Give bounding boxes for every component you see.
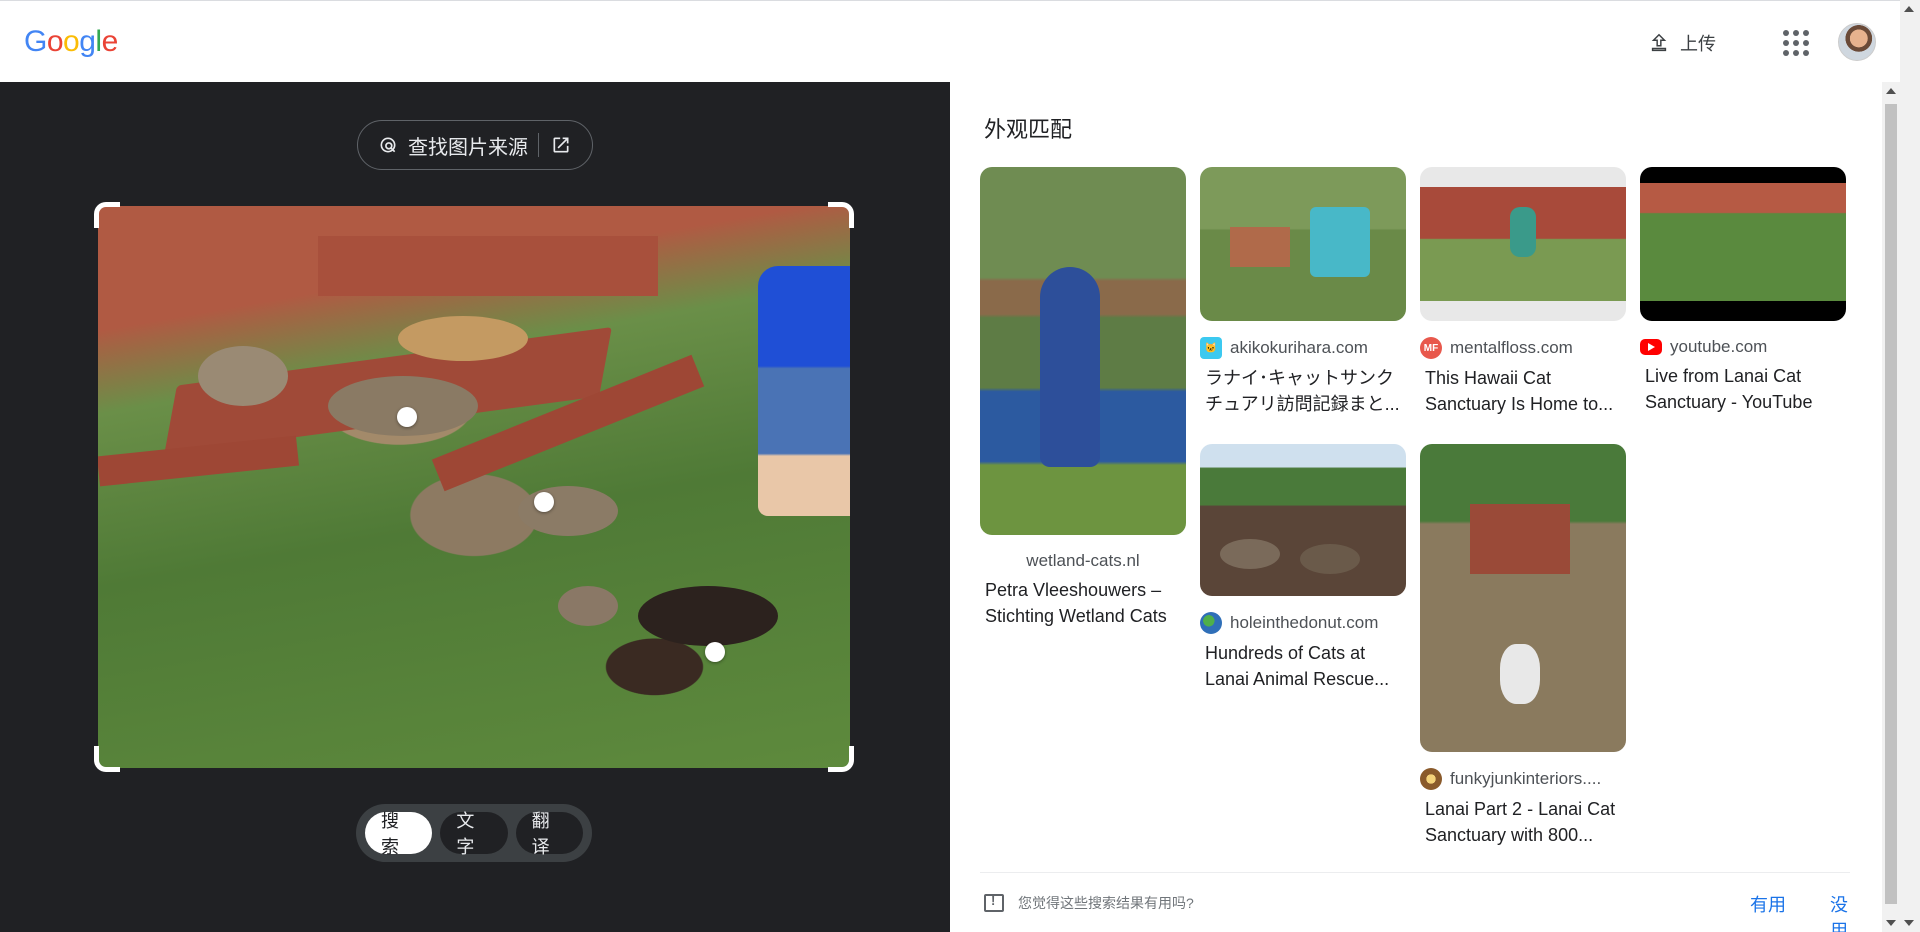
result-title: Lanai Part 2 - Lanai Cat Sanctuary with … [1425,799,1616,845]
result-thumbnail [1640,167,1846,321]
thumb-structure [1470,504,1570,574]
image-cat [398,316,528,361]
result-title: ラナイ･キャットサンクチュアリ訪問記録まと... [1205,368,1400,414]
sunburst-icon [1420,768,1442,790]
query-image [98,206,850,768]
crop-handle-top-left[interactable] [94,202,120,228]
scroll-down-icon[interactable] [1904,920,1914,926]
object-selection-dot[interactable] [397,407,417,427]
result-card[interactable]: 🐱 akikokurihara.com ラナイ･キャットサンクチュアリ訪問記録ま… [1200,167,1406,417]
image-cat [328,376,478,436]
result-card[interactable]: youtube.com Live from Lanai Cat Sanctuar… [1640,167,1846,415]
results-scrollbar[interactable] [1882,82,1900,932]
scroll-up-icon[interactable] [1904,6,1914,12]
google-lens-page: Google 上传 查找图片来源 搜索 文字 翻译 外观匹配 wetland-c… [0,0,1920,932]
scroll-down-icon[interactable] [1886,920,1896,926]
object-selection-dot[interactable] [705,642,725,662]
section-title: 外观匹配 [984,117,1073,142]
mode-tabs: 搜索 文字 翻译 [356,804,592,862]
logo-letter: G [24,25,47,58]
results-pane: 外观匹配 wetland-cats.nl Petra Vleeshouwers … [950,82,1882,932]
tab-translate[interactable]: 翻译 [515,811,583,857]
result-thumbnail [1200,167,1406,321]
play-icon [1648,343,1655,351]
thumb-chair [1310,207,1370,277]
image-cat [638,586,778,646]
result-source: wetland-cats.nl [980,551,1186,571]
result-source-text: wetland-cats.nl [1026,551,1140,570]
crop-handle-bottom-left[interactable] [94,746,120,772]
lens-search-icon [380,137,396,153]
result-card[interactable]: MF mentalfloss.com This Hawaii Cat Sanct… [1420,167,1626,417]
upload-button[interactable]: 上传 [1640,25,1724,61]
result-title: Hundreds of Cats at Lanai Animal Rescue.… [1205,643,1390,689]
result-title: Live from Lanai Cat Sanctuary - YouTube [1645,366,1813,412]
result-card[interactable]: funkyjunkinteriors.... Lanai Part 2 - La… [1420,444,1626,848]
image-shelf [318,236,658,296]
youtube-icon [1640,339,1662,355]
image-cat [558,586,618,626]
thumb-bowls [1300,544,1360,574]
cat-icon: 🐱 [1200,337,1222,359]
image-cat [518,486,618,536]
result-thumbnail [1420,444,1626,752]
crop-handle-bottom-right[interactable] [828,746,854,772]
result-source: 🐱 akikokurihara.com [1200,337,1406,359]
user-avatar[interactable] [1838,23,1876,61]
result-thumbnail [1200,444,1406,596]
result-source-text: akikokurihara.com [1230,338,1368,357]
thumb-person [1040,267,1100,467]
result-source: youtube.com [1640,337,1846,357]
tab-search[interactable]: 搜索 [365,811,433,857]
apps-grid-icon[interactable] [1780,27,1812,59]
scroll-thumb[interactable] [1885,104,1897,904]
thumb-person [1510,207,1536,257]
feedback-no-button[interactable]: 没用 [1830,891,1850,932]
image-crop-area[interactable] [94,202,854,772]
divider [538,133,539,157]
scroll-up-icon[interactable] [1886,88,1896,94]
crop-handle-top-right[interactable] [828,202,854,228]
tab-text[interactable]: 文字 [440,811,508,857]
feedback-bar: 您觉得这些搜索结果有用吗? 有用 没用 [980,872,1850,932]
object-selection-dot[interactable] [534,492,554,512]
find-image-source-button[interactable]: 查找图片来源 [357,120,593,170]
result-title: This Hawaii Cat Sanctuary Is Home to... [1425,368,1614,414]
feedback-icon [984,893,1004,912]
logo-letter: e [101,25,119,58]
result-source-text: mentalfloss.com [1450,338,1573,357]
google-logo[interactable]: Google [24,25,118,59]
logo-letter: g [79,25,96,58]
result-source: funkyjunkinteriors.... [1420,768,1626,790]
image-cat [198,346,288,406]
result-source-text: youtube.com [1670,337,1768,356]
logo-letter: o [63,25,80,58]
top-bar: Google 上传 [0,0,1900,82]
open-in-new-icon [553,137,569,153]
result-thumbnail [980,167,1186,535]
result-title: Petra Vleeshouwers – Stichting Wetland C… [985,580,1167,626]
result-source: holeinthedonut.com [1200,612,1406,634]
result-source: MF mentalfloss.com [1420,337,1626,359]
thumb-scene [1640,183,1846,301]
image-person [758,266,850,516]
result-card[interactable]: wetland-cats.nl Petra Vleeshouwers – Sti… [980,167,1186,629]
result-card[interactable]: holeinthedonut.com Hundreds of Cats at L… [1200,444,1406,692]
logo-letter: o [46,25,64,58]
result-source-text: funkyjunkinteriors.... [1450,769,1602,788]
globe-icon [1200,612,1222,634]
page-scrollbar[interactable] [1900,0,1920,932]
feedback-yes-button[interactable]: 有用 [1750,891,1786,917]
image-pane: 查找图片来源 搜索 文字 翻译 [0,82,950,932]
upload-label: 上传 [1680,34,1716,54]
result-thumbnail [1420,167,1626,321]
find-image-source-label: 查找图片来源 [408,136,528,159]
thumb-cat [1500,644,1540,704]
mentalfloss-favicon: MF [1420,337,1442,359]
thumb-table [1230,227,1290,267]
result-source-text: holeinthedonut.com [1230,613,1379,632]
upload-icon [1651,33,1667,52]
thumb-bowls [1220,539,1280,569]
feedback-question: 您觉得这些搜索结果有用吗? [1018,894,1194,911]
